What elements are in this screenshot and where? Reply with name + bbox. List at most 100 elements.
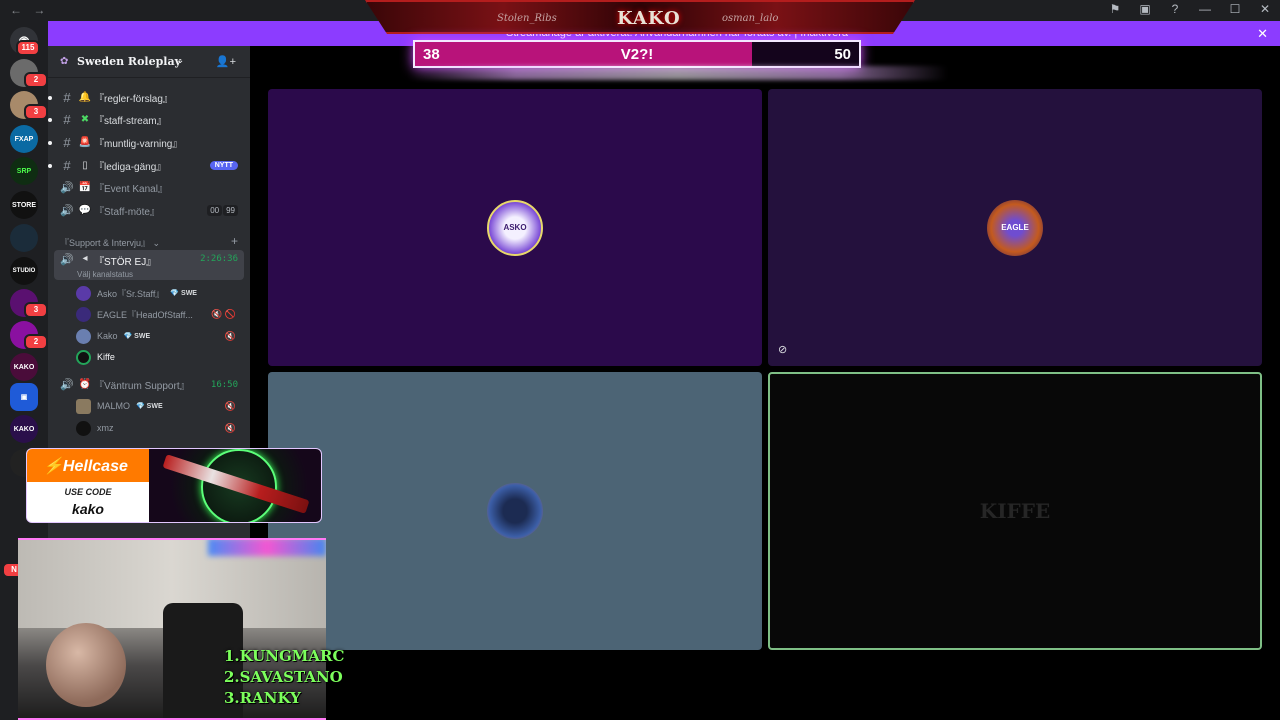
category-support-intervju[interactable]: 『Support & Intervju』 ⌄: [60, 236, 160, 249]
invite-people-icon[interactable]: 👤+: [216, 55, 236, 68]
score-title: V2?!: [620, 46, 654, 63]
channel-label: 『staff-stream』: [94, 116, 167, 127]
channel-muntlig-varning[interactable]: # 🚨 『muntlig-varning』: [48, 132, 244, 153]
server-icon[interactable]: SRP: [10, 157, 38, 185]
channel-label: 『Staff-möte』: [94, 207, 160, 218]
inbox-icon[interactable]: ▣: [1138, 2, 1152, 16]
user-name: Kako: [97, 331, 118, 341]
new-badge: NYTT: [209, 161, 238, 170]
user-limit: 99: [223, 205, 238, 216]
channel-emoji: 📅: [78, 182, 92, 193]
channel-emoji: ◂: [82, 253, 88, 264]
back-arrow-icon[interactable]: ←: [10, 3, 22, 17]
forward-arrow-icon[interactable]: →: [33, 3, 45, 17]
server-boost-icon: ✿: [60, 56, 69, 67]
server-icon[interactable]: STORE: [10, 191, 38, 219]
voice-user[interactable]: Kako 💎 SWE 🔇: [76, 326, 242, 346]
user-count: 00: [207, 205, 223, 216]
user-name: MALMO: [97, 401, 131, 411]
speaker-icon: 🔊: [60, 182, 74, 194]
help-icon[interactable]: ?: [1168, 2, 1182, 16]
voice-timer: 16:50: [210, 379, 238, 390]
avatar: [76, 306, 91, 322]
voice-timer: 2:26:36: [200, 254, 238, 264]
server-icon[interactable]: [10, 224, 38, 252]
avatar: [76, 285, 91, 301]
server-icon[interactable]: KAKO: [10, 415, 38, 443]
streamer: [46, 623, 126, 707]
channel-label: 『muntlig-varning』: [94, 139, 183, 150]
voice-user[interactable]: MALMO 💎 SWE 🔇: [76, 396, 242, 416]
server-icon[interactable]: FXAP: [10, 125, 38, 153]
score-bar: V2?! 38 50: [413, 40, 861, 68]
speaker-icon: 🔊: [60, 379, 74, 391]
close-window-button[interactable]: ✕: [1258, 2, 1272, 16]
voice-user[interactable]: Kiffe: [76, 347, 242, 367]
score-left: 38: [423, 46, 440, 63]
speaker-icon: 🔊: [60, 205, 74, 217]
avatar: EAGLE: [987, 199, 1043, 256]
ad-art: [149, 449, 321, 522]
server-icon[interactable]: ▣: [10, 383, 38, 411]
camera-hidden-icon: ⊘: [778, 344, 788, 356]
server-badge: 2: [24, 334, 48, 350]
user-tag: 💎 SWE: [170, 290, 197, 297]
server-badge: 2: [24, 72, 48, 88]
text-channel-icon: #: [63, 158, 71, 173]
close-notice-button[interactable]: ✕: [1257, 26, 1268, 42]
voice-user[interactable]: EAGLE『HeadOfStaff... 🔇 🚫: [76, 304, 242, 324]
avatar: [487, 483, 543, 539]
avatar: [76, 349, 91, 365]
participant-name: KIFFE: [979, 499, 1051, 523]
channel-label: 『Väntrum Support』: [94, 381, 190, 392]
voice-channel-vantrum[interactable]: 🔊 ⏰ 『Väntrum Support』 16:50: [54, 374, 244, 395]
unread-indicator: [48, 163, 52, 168]
participant-tile-kiffe[interactable]: KIFFE: [768, 372, 1262, 650]
channel-staff-stream[interactable]: # ✖ 『staff-stream』: [48, 109, 244, 130]
muted-icon: 🔇: [224, 400, 236, 411]
voice-user[interactable]: xmz 🔇: [76, 418, 242, 438]
chevron-down-icon: ⌄: [176, 55, 185, 66]
server-icon[interactable]: KAKO: [10, 353, 38, 381]
alarm-clock-icon: ⏰: [78, 379, 92, 390]
channel-regler-forslag[interactable]: # 🔔 『regler-förslag』: [48, 87, 244, 108]
create-channel-button[interactable]: +: [231, 234, 238, 248]
avatar: [76, 420, 91, 436]
hellcase-ad: ⚡Hellcase USE CODE kako: [26, 448, 322, 523]
score-right: 50: [834, 46, 851, 63]
stream-banner: Stolen_Ribs KAKO osman_lalo: [365, 0, 915, 34]
lightning-effect: [408, 66, 948, 80]
user-tag: 💎 SWE: [123, 333, 151, 340]
channel-staff-mote[interactable]: 🔊 💬 『Staff-möte』 00 99: [54, 200, 244, 221]
text-channel-icon: #: [63, 90, 71, 105]
participant-tile-eagle[interactable]: EAGLE ⊘: [768, 89, 1262, 366]
participant-tile-asko[interactable]: ASKO: [268, 89, 762, 366]
channel-label: 『Event Kanal』: [94, 184, 168, 195]
channel-label: 『regler-förslag』: [94, 94, 173, 105]
channel-event-kanal[interactable]: 🔊 📅 『Event Kanal』: [54, 177, 244, 198]
flag-icon[interactable]: ⚑: [1108, 2, 1122, 16]
server-badge: 3: [24, 302, 48, 318]
avatar: [76, 398, 91, 414]
text-channel-icon: #: [63, 112, 71, 127]
server-icon[interactable]: STUDIO: [10, 257, 38, 285]
voice-user[interactable]: Asko『Sr.Staff』 💎 SWE: [76, 283, 242, 303]
channel-emoji: 💬: [78, 205, 92, 216]
maximize-button[interactable]: ☐: [1228, 2, 1242, 16]
promo-code: kako: [72, 501, 104, 517]
minimize-button[interactable]: —: [1198, 2, 1212, 16]
server-name: Sweden Roleplay: [77, 55, 181, 68]
leaderboard-entry: 2.SAVASTANO: [224, 668, 343, 686]
titlebar-controls: ⚑ ▣ ? — ☐ ✕: [1108, 2, 1272, 16]
unread-indicator: [48, 95, 52, 100]
channel-lediga-gang[interactable]: # ▯ 『lediga-gäng』 NYTT: [48, 155, 244, 176]
participant-tile-kako[interactable]: [268, 372, 762, 650]
brand-name: Hellcase: [62, 458, 128, 475]
leaderboard-entry: 1.KUNGMARC: [224, 647, 345, 665]
banner-left-name: Stolen_Ribs: [497, 13, 557, 24]
server-header[interactable]: ✿ Sweden Roleplay ⌄ 👤+: [48, 46, 250, 78]
use-code-label: USE CODE: [64, 487, 112, 497]
user-name: Asko『Sr.Staff』: [97, 288, 165, 299]
server-badge: 3: [24, 104, 48, 120]
channel-status[interactable]: Välj kanalstatus: [77, 270, 133, 279]
